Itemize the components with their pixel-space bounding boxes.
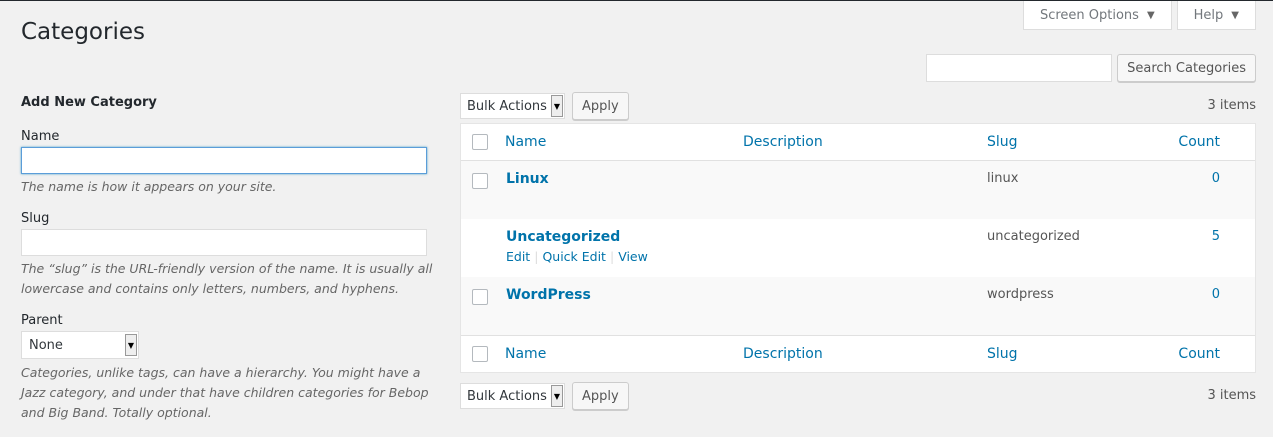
bulk-actions-label: Bulk Actions: [467, 98, 547, 114]
row-checkbox[interactable]: [472, 289, 488, 305]
slug-input[interactable]: [21, 229, 427, 256]
screen-options-label: Screen Options: [1039, 7, 1139, 23]
apply-button-bottom[interactable]: Apply: [572, 382, 629, 410]
column-count-sort-footer[interactable]: Count: [1178, 346, 1220, 362]
tablenav-bottom: Bulk Actions ▼ Apply 3 items: [460, 381, 1256, 411]
parent-label: Parent: [21, 313, 63, 328]
category-description: [743, 219, 987, 277]
select-arrow-icon: ▼: [551, 95, 563, 117]
bulk-actions-label: Bulk Actions: [467, 388, 547, 404]
category-slug: uncategorized: [987, 229, 1080, 244]
quick-edit-link[interactable]: Quick Edit: [542, 249, 606, 264]
table-row: Uncategorized Edit | Quick Edit | View uncat…: [461, 219, 1255, 277]
category-description: [743, 277, 987, 335]
column-slug-sort[interactable]: Slug: [987, 134, 1018, 150]
caret-down-icon: ▼: [1146, 9, 1155, 21]
edit-link[interactable]: Edit: [506, 249, 530, 264]
category-slug: wordpress: [987, 287, 1054, 302]
parent-select[interactable]: None ▼: [21, 331, 139, 359]
select-arrow-icon: ▼: [551, 385, 563, 407]
screen-options-button[interactable]: Screen Options ▼: [1022, 1, 1172, 30]
category-count-link[interactable]: 5: [1212, 229, 1220, 244]
search-box: Search Categories: [926, 54, 1256, 82]
column-description-sort-footer[interactable]: Description: [743, 346, 823, 362]
table-header: Name Description Slug Count: [461, 124, 1255, 161]
help-label: Help: [1193, 7, 1224, 23]
parent-description: Categories, unlike tags, can have a hier…: [21, 365, 429, 420]
category-description: [743, 161, 987, 219]
select-all-checkbox-footer[interactable]: [472, 346, 488, 362]
categories-table: Name Description Slug Count Linux linux …: [460, 123, 1256, 373]
table-footer: Name Description Slug Count: [461, 335, 1255, 372]
add-category-form: Add New Category Name The name is how it…: [21, 93, 446, 437]
help-button[interactable]: Help ▼: [1176, 1, 1256, 30]
search-input[interactable]: [926, 54, 1113, 82]
slug-label: Slug: [21, 211, 50, 226]
column-description-sort[interactable]: Description: [743, 134, 823, 150]
category-name-link[interactable]: Uncategorized: [506, 229, 620, 245]
items-count-bottom: 3 items: [1207, 388, 1256, 403]
category-name-link[interactable]: WordPress: [506, 287, 591, 303]
name-label: Name: [21, 129, 60, 144]
slug-description: The “slug” is the URL-friendly version o…: [21, 261, 433, 296]
name-input[interactable]: [21, 147, 427, 174]
row-checkbox[interactable]: [472, 173, 488, 189]
column-slug-sort-footer[interactable]: Slug: [987, 346, 1018, 362]
view-link[interactable]: View: [618, 249, 648, 264]
form-heading: Add New Category: [21, 95, 157, 110]
page-title: Categories: [21, 19, 145, 45]
row-actions: Edit | Quick Edit | View: [506, 249, 648, 264]
apply-button[interactable]: Apply: [572, 92, 629, 120]
select-all-checkbox[interactable]: [472, 134, 488, 150]
name-description: The name is how it appears on your site.: [21, 179, 277, 194]
category-slug: linux: [987, 171, 1019, 186]
categories-list: Bulk Actions ▼ Apply 3 items Name Descri…: [460, 91, 1256, 411]
table-row: Linux linux 0: [461, 161, 1255, 219]
items-count: 3 items: [1207, 98, 1256, 113]
column-count-sort[interactable]: Count: [1178, 134, 1220, 150]
table-row: WordPress wordpress 0: [461, 277, 1255, 335]
category-name-link[interactable]: Linux: [506, 171, 549, 187]
bulk-actions-select[interactable]: Bulk Actions ▼: [460, 93, 565, 119]
column-name-sort-footer[interactable]: Name: [505, 346, 546, 362]
bulk-actions-select-bottom[interactable]: Bulk Actions ▼: [460, 383, 565, 409]
search-categories-button[interactable]: Search Categories: [1117, 54, 1256, 82]
caret-down-icon: ▼: [1231, 9, 1239, 21]
screen-meta-links: Screen Options ▼ Help ▼: [1022, 1, 1256, 30]
parent-selected-value: None: [29, 337, 63, 353]
column-name-sort[interactable]: Name: [505, 134, 546, 150]
category-count-link[interactable]: 0: [1212, 287, 1220, 302]
select-arrow-icon: ▼: [125, 334, 137, 356]
tablenav-top: Bulk Actions ▼ Apply 3 items: [460, 91, 1256, 121]
category-count-link[interactable]: 0: [1212, 171, 1220, 186]
